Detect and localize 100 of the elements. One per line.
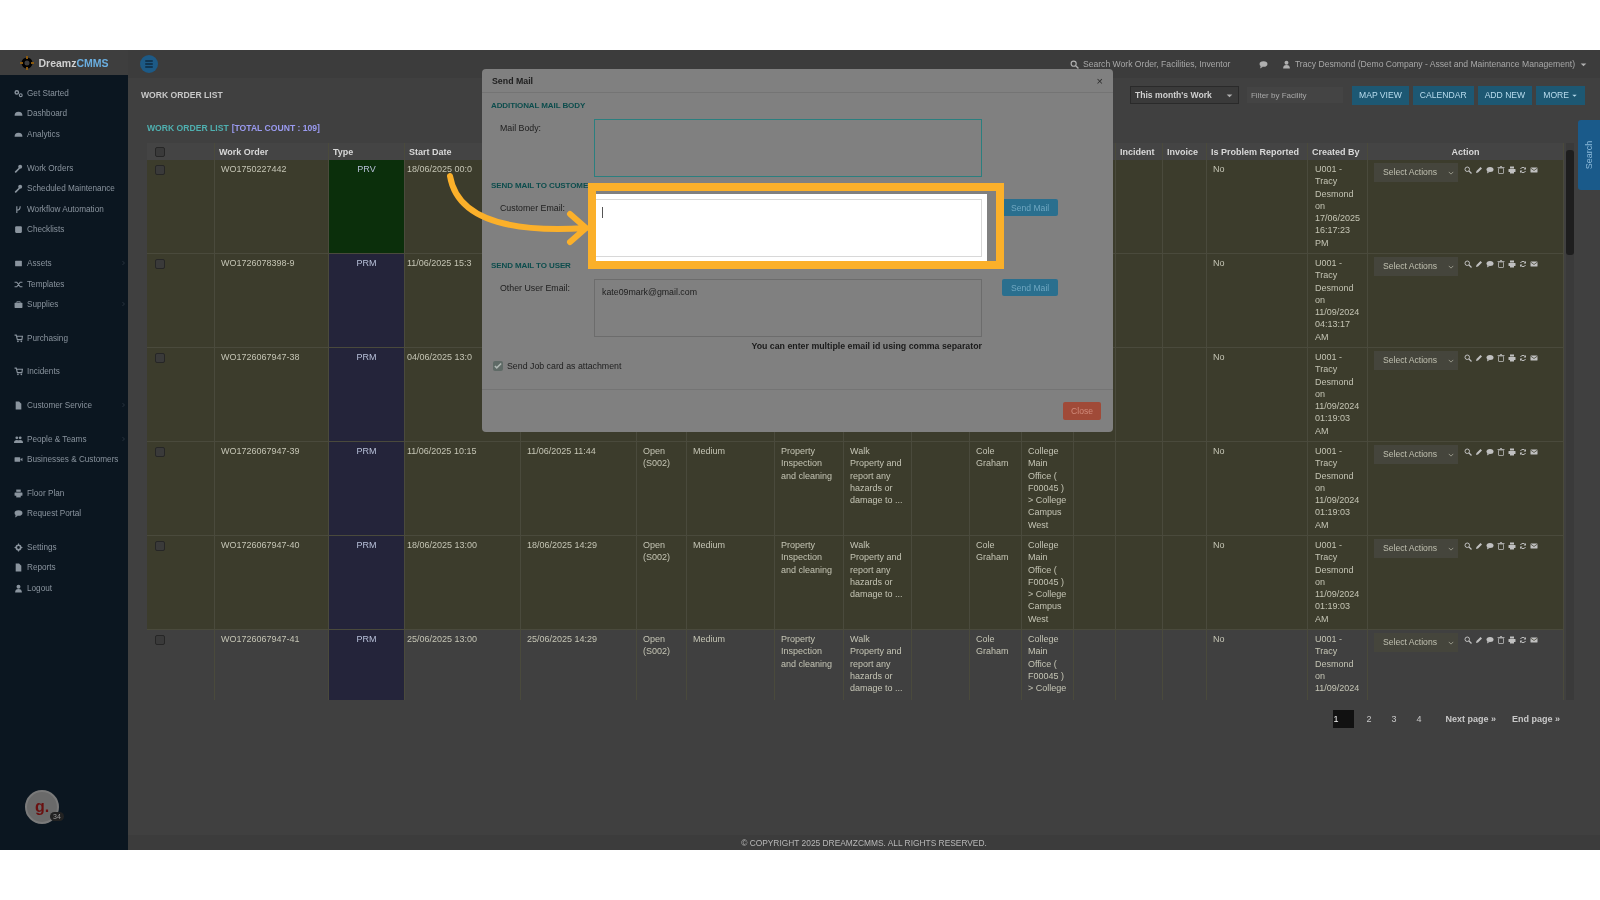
sidebar-item[interactable]: Request Portal [0,503,128,525]
type-cell: PRM [329,536,405,630]
sidebar-item[interactable]: Settings [0,537,128,558]
table-cell: U001 - Tracy Desmond on 11/09/2024 01:19:03 AM [1315,540,1360,624]
sidebar-item[interactable]: Checklists [0,219,128,241]
column-header: Incident [1120,147,1155,157]
table-cell: Open (S002) [643,540,670,563]
table-cell: 04/06/2025 13:0 [407,352,473,362]
table-cell: Cole Graham [976,446,1009,469]
table-cell: No [1213,164,1225,174]
sidebar-item[interactable]: Businesses & Customers [0,449,128,470]
table-cell: WO1726067947-40 [221,540,300,550]
table-cell: 18/06/2025 13:00 [407,540,478,550]
type-cell: PRV [329,160,405,254]
copyright-text: © COPYRIGHT 2025 DREAMZCMMS. ALL RIGHTS RESERVED. [741,837,987,848]
sidebar-item[interactable]: Supplies [0,294,128,315]
table-cell: Cole Graham [976,634,1009,657]
table-cell: Cole Graham [976,540,1009,563]
toolbar-button[interactable]: MAP VIEW [1352,85,1409,105]
toolbar-button[interactable]: CALENDAR [1412,85,1474,105]
search-tab[interactable]: Search [1578,120,1600,190]
user-menu[interactable]: Tracy Desmond (Demo Company - Asset and Maintenance Management) [1281,59,1588,69]
table-cell: 18/06/2025 00:0 [407,164,473,174]
table-cell: 11/06/2025 15:3 [407,258,472,268]
table-cell: 11/06/2025 11:44 [527,446,596,456]
table-cell: WO1750227442 [221,164,287,174]
table-cell: Walk Property and report any hazards or damage to ... [850,634,903,694]
table-cell: 25/06/2025 13:00 [407,634,478,644]
sidebar-item[interactable]: Templates [0,273,128,295]
type-cell: PRM [329,442,405,536]
sidebar-item[interactable]: Incidents [0,361,128,383]
sidebar-item[interactable]: Workflow Automation [0,198,128,220]
type-cell: PRM [329,630,405,700]
table-cell: No [1213,352,1225,362]
table-cell: WO1726067947-39 [221,446,300,456]
page-title: WORK ORDER LIST [141,90,223,100]
page-link[interactable]: End page » [1512,714,1560,724]
sidebar-item[interactable]: Floor Plan [0,482,128,504]
sidebar-item[interactable]: Reports [0,557,128,579]
table-cell: College Main Office ( F00045 ) > College Campus West [1028,540,1067,624]
list-title: WORK ORDER LIST [147,122,229,133]
table-cell: No [1213,446,1225,456]
sidebar-item[interactable]: Dashboard [0,103,128,125]
sidebar-item[interactable]: People & Teams [0,428,128,450]
field-label: Other User Email: [499,282,571,293]
column-header: Type [333,147,354,157]
page-button[interactable]: 2 [1358,710,1380,728]
sidebar-item[interactable]: Assets [0,253,128,274]
table-cell: 25/06/2025 14:29 [527,634,598,644]
toolbar-button[interactable]: MORE [1536,85,1585,105]
search-field[interactable]: Search Work Order, Facilities, Inventor [1069,59,1245,69]
column-header: Created By [1312,147,1360,157]
action-select[interactable]: Select Actions [1374,539,1458,558]
checkbox-label: Send Job card as attachment [507,361,622,371]
table-cell: U001 - Tracy Desmond on 11/09/2024 04:13:17 AM [1315,258,1360,342]
table-cell: Property Inspection and cleaning [781,540,833,575]
sidebar-item[interactable]: Scheduled Maintenance [0,178,128,199]
total-count: [TOTAL COUNT : 109] [231,122,320,133]
page-link[interactable]: Next page » [1445,714,1496,724]
field-label: Customer Email: [499,202,566,213]
table-cell: Medium [693,446,725,456]
toolbar-button[interactable]: ADD NEW [1477,85,1533,105]
table-cell: Walk Property and report any hazards or damage to ... [850,446,903,506]
table-cell: 18/06/2025 14:29 [527,540,598,550]
table-cell: U001 - Tracy Desmond on 11/09/2024 01:19:03 AM [1315,352,1360,436]
text-area[interactable]: kate09mark@gmail.com [594,279,982,337]
column-header: Work Order [219,147,269,157]
sidebar-item[interactable]: Work Orders [0,157,128,179]
table-cell: Property Inspection and cleaning [781,634,833,669]
action-select[interactable]: Select Actions [1374,633,1458,652]
column-header: Start Date [409,147,452,157]
sidebar-item[interactable]: Get Started [0,83,128,104]
type-cell: PRM [329,254,405,348]
sidebar-item[interactable]: Logout [0,578,128,599]
action-select[interactable]: Select Actions [1374,351,1458,370]
table-cell: Open (S002) [643,446,670,469]
field-label: Mail Body: [499,122,543,133]
column-header: Is Problem Reported [1211,147,1300,157]
period-select[interactable]: This month's Work [1130,86,1239,104]
close-icon[interactable]: × [1096,74,1103,87]
sidebar-item[interactable]: Analytics [0,124,128,145]
page-button[interactable]: 3 [1383,710,1405,728]
table-cell: U001 - Tracy Desmond on 11/09/2024 01:19:03 AM [1315,446,1360,530]
table-cell: WO1726078398-9 [221,258,295,268]
action-select[interactable]: Select Actions [1374,445,1458,464]
table-cell: Open (S002) [643,634,670,657]
section-heading: SEND MAIL TO CUSTOME [491,181,590,192]
table-cell: WO1726067947-41 [221,634,300,644]
table-cell: Medium [693,540,725,550]
sidebar-item[interactable]: Purchasing [0,327,128,349]
column-header: Invoice [1167,147,1198,157]
table-cell: Property Inspection and cleaning [781,446,833,481]
sidebar-item[interactable]: Customer Service [0,395,128,416]
page-button[interactable]: 1 [1333,710,1355,728]
facility-filter-field[interactable]: Filter by Facility [1247,87,1343,103]
table-cell: No [1213,540,1225,550]
action-select[interactable]: Select Actions [1374,163,1458,182]
action-select[interactable]: Select Actions [1374,257,1458,276]
hint-text: You can enter multiple email id using comma separator [750,341,982,351]
page-button[interactable]: 4 [1408,710,1430,728]
